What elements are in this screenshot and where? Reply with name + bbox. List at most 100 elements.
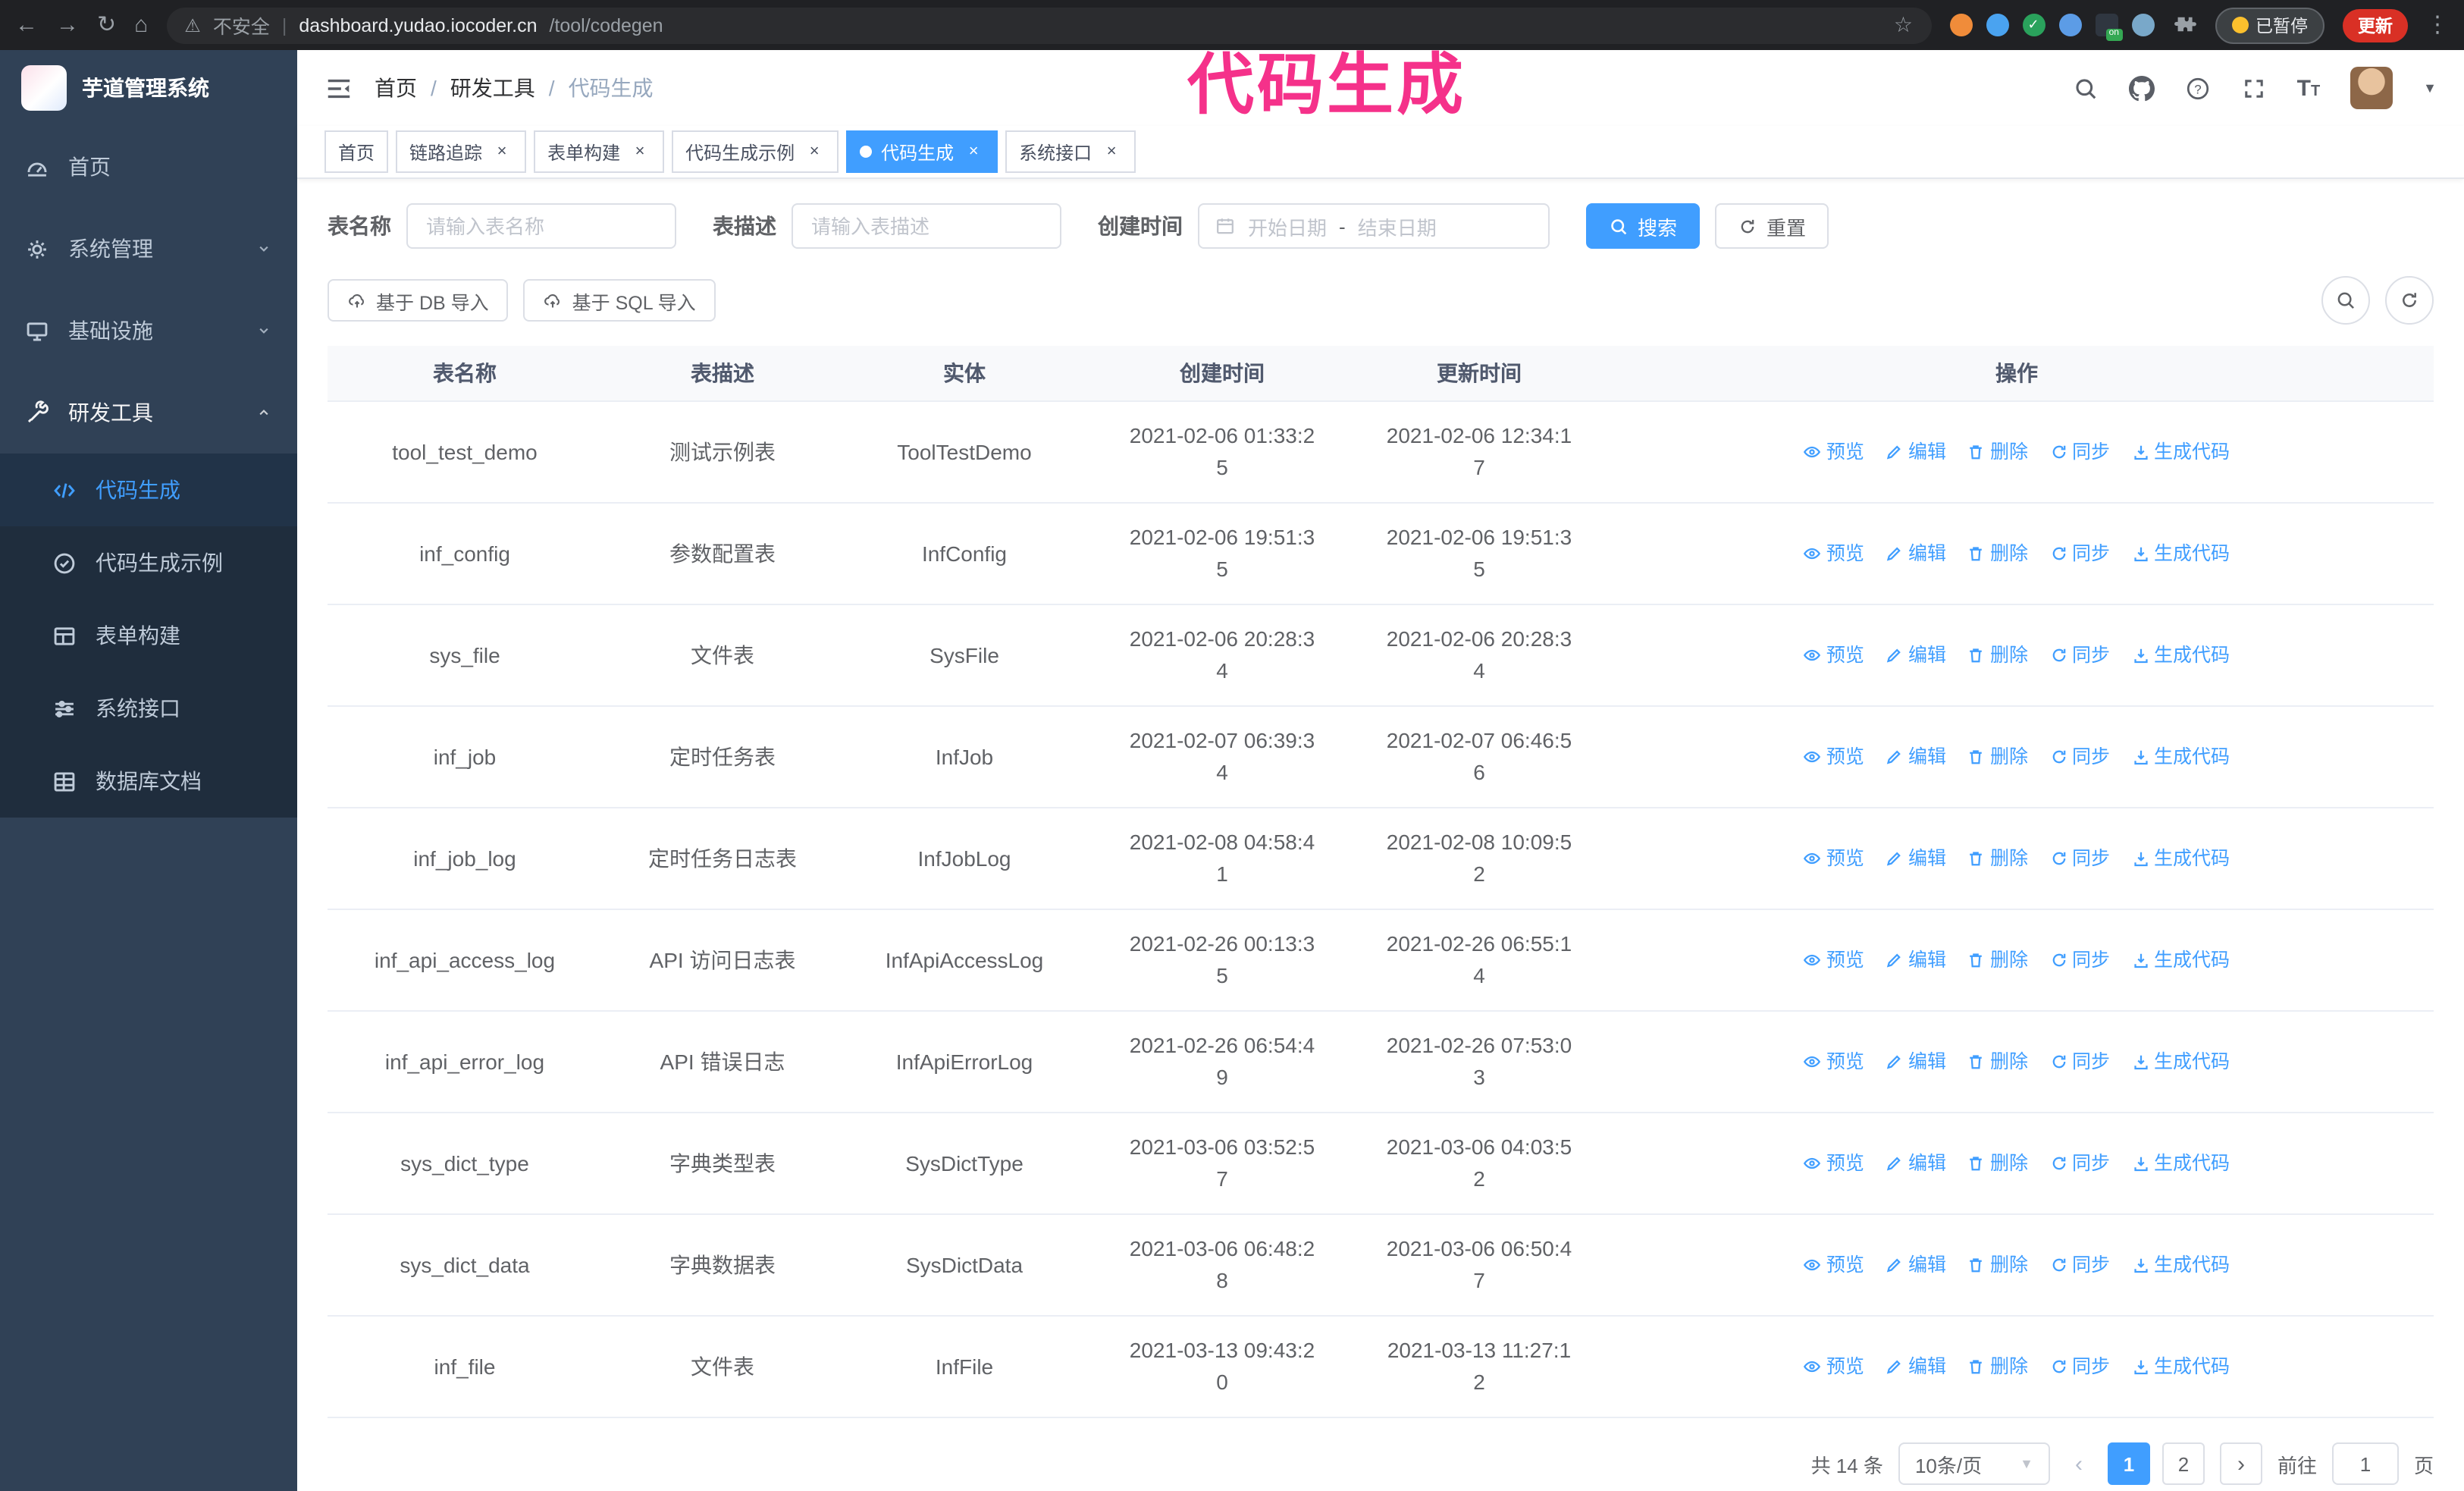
prev-page-button[interactable]: ‹ xyxy=(2065,1451,2093,1477)
action-generate-link[interactable]: 生成代码 xyxy=(2131,639,2230,671)
breadcrumb-home[interactable]: 首页 xyxy=(375,73,417,103)
action-edit-link[interactable]: 编辑 xyxy=(1886,1147,1946,1179)
avatar-caret-icon[interactable]: ▼ xyxy=(2423,80,2437,96)
action-delete-link[interactable]: 删除 xyxy=(1967,741,2028,773)
chrome-menu-icon[interactable]: ⋮ xyxy=(2426,14,2449,36)
import-db-button[interactable]: 基于 DB 导入 xyxy=(328,279,509,322)
fullscreen-icon[interactable] xyxy=(2241,75,2267,101)
action-delete-link[interactable]: 删除 xyxy=(1967,436,2028,468)
page-button-2[interactable]: 2 xyxy=(2161,1442,2205,1485)
action-sync-link[interactable]: 同步 xyxy=(2049,436,2110,468)
fox-extension-icon[interactable] xyxy=(1949,14,1972,36)
sidebar-item-db-doc[interactable]: 数据库文档 xyxy=(0,745,297,818)
chrome-update-button[interactable]: 更新 xyxy=(2343,8,2408,42)
sidebar-item-form-build[interactable]: 表单构建 xyxy=(0,599,297,672)
action-generate-link[interactable]: 生成代码 xyxy=(2131,538,2230,570)
action-generate-link[interactable]: 生成代码 xyxy=(2131,843,2230,874)
action-preview-link[interactable]: 预览 xyxy=(1804,1249,1864,1281)
action-edit-link[interactable]: 编辑 xyxy=(1886,843,1946,874)
action-sync-link[interactable]: 同步 xyxy=(2049,944,2110,976)
refresh-table-button[interactable] xyxy=(2385,276,2434,325)
action-edit-link[interactable]: 编辑 xyxy=(1886,741,1946,773)
tab-close-icon[interactable]: × xyxy=(491,141,513,162)
page-size-select[interactable]: 10条/页 ▼ xyxy=(1898,1442,2050,1485)
action-sync-link[interactable]: 同步 xyxy=(2049,1249,2110,1281)
action-preview-link[interactable]: 预览 xyxy=(1804,1046,1864,1078)
tab-系统接口[interactable]: 系统接口 × xyxy=(1005,130,1136,173)
action-edit-link[interactable]: 编辑 xyxy=(1886,1046,1946,1078)
logo[interactable]: 芋道管理系统 xyxy=(0,50,297,126)
users-extension-icon[interactable] xyxy=(2058,14,2081,36)
home-icon[interactable]: ⌂ xyxy=(134,14,148,36)
forward-icon[interactable]: → xyxy=(56,14,79,36)
reset-button[interactable]: 重置 xyxy=(1715,203,1829,249)
action-preview-link[interactable]: 预览 xyxy=(1804,1147,1864,1179)
action-edit-link[interactable]: 编辑 xyxy=(1886,1351,1946,1383)
sidebar-item-infra[interactable]: 基础设施 xyxy=(0,290,297,372)
back-icon[interactable]: ← xyxy=(15,14,38,36)
tab-close-icon[interactable]: × xyxy=(963,141,984,162)
action-sync-link[interactable]: 同步 xyxy=(2049,843,2110,874)
tab-链路追踪[interactable]: 链路追踪 × xyxy=(396,130,527,173)
paused-extension-badge[interactable]: 已暂停 xyxy=(2215,7,2324,43)
help-icon[interactable]: ? xyxy=(2185,75,2211,101)
tab-close-icon[interactable]: × xyxy=(629,141,650,162)
action-sync-link[interactable]: 同步 xyxy=(2049,1147,2110,1179)
goto-page-input[interactable] xyxy=(2331,1442,2399,1485)
breadcrumb-devtools[interactable]: 研发工具 xyxy=(450,73,535,103)
github-icon[interactable] xyxy=(2128,75,2155,101)
action-generate-link[interactable]: 生成代码 xyxy=(2131,1147,2230,1179)
import-sql-button[interactable]: 基于 SQL 导入 xyxy=(523,279,716,322)
action-delete-link[interactable]: 删除 xyxy=(1967,944,2028,976)
action-edit-link[interactable]: 编辑 xyxy=(1886,1249,1946,1281)
action-edit-link[interactable]: 编辑 xyxy=(1886,538,1946,570)
sidebar-item-system-api[interactable]: 系统接口 xyxy=(0,672,297,745)
search-button[interactable]: 搜索 xyxy=(1586,203,1701,249)
action-edit-link[interactable]: 编辑 xyxy=(1886,639,1946,671)
droplet-extension-icon[interactable] xyxy=(1986,14,2008,36)
sidebar-item-system[interactable]: 系统管理 xyxy=(0,208,297,290)
address-bar[interactable]: ⚠ 不安全 | dashboard.yudao.iocoder.cn /tool… xyxy=(166,7,1931,43)
action-sync-link[interactable]: 同步 xyxy=(2049,538,2110,570)
action-generate-link[interactable]: 生成代码 xyxy=(2131,1351,2230,1383)
action-generate-link[interactable]: 生成代码 xyxy=(2131,944,2230,976)
tab-表单构建[interactable]: 表单构建 × xyxy=(534,130,665,173)
action-delete-link[interactable]: 删除 xyxy=(1967,1046,2028,1078)
table-desc-input[interactable] xyxy=(792,203,1061,249)
proxy-on-extension-icon[interactable]: on xyxy=(2095,14,2122,41)
action-sync-link[interactable]: 同步 xyxy=(2049,639,2110,671)
bookmark-star-icon[interactable]: ☆ xyxy=(1894,12,1913,38)
check-extension-icon[interactable]: ✓ xyxy=(2022,14,2045,36)
action-sync-link[interactable]: 同步 xyxy=(2049,1351,2110,1383)
action-delete-link[interactable]: 删除 xyxy=(1967,538,2028,570)
feather-extension-icon[interactable] xyxy=(2131,14,2154,36)
header-search-icon[interactable] xyxy=(2073,75,2099,101)
action-sync-link[interactable]: 同步 xyxy=(2049,741,2110,773)
action-delete-link[interactable]: 删除 xyxy=(1967,1147,2028,1179)
user-avatar[interactable] xyxy=(2350,67,2393,109)
action-preview-link[interactable]: 预览 xyxy=(1804,1351,1864,1383)
end-date-input[interactable]: 结束日期 xyxy=(1358,212,1437,240)
tab-代码生成[interactable]: 代码生成 × xyxy=(846,130,998,173)
action-delete-link[interactable]: 删除 xyxy=(1967,1351,2028,1383)
sidebar-toggle-icon[interactable] xyxy=(324,74,353,102)
sidebar-item-devtools[interactable]: 研发工具 xyxy=(0,372,297,454)
action-sync-link[interactable]: 同步 xyxy=(2049,1046,2110,1078)
action-preview-link[interactable]: 预览 xyxy=(1804,741,1864,773)
tab-代码生成示例[interactable]: 代码生成示例 × xyxy=(672,130,839,173)
sidebar-item-codegen-demo[interactable]: 代码生成示例 xyxy=(0,526,297,599)
action-delete-link[interactable]: 删除 xyxy=(1967,639,2028,671)
date-range-picker[interactable]: 开始日期 - 结束日期 xyxy=(1198,203,1550,249)
action-edit-link[interactable]: 编辑 xyxy=(1886,436,1946,468)
page-button-1[interactable]: 1 xyxy=(2107,1442,2150,1485)
tab-首页[interactable]: 首页 xyxy=(324,130,389,173)
start-date-input[interactable]: 开始日期 xyxy=(1248,212,1327,240)
action-generate-link[interactable]: 生成代码 xyxy=(2131,1249,2230,1281)
extensions-puzzle-icon[interactable] xyxy=(2172,13,2196,37)
font-size-icon[interactable]: TT xyxy=(2297,77,2321,99)
sidebar-item-codegen[interactable]: 代码生成 xyxy=(0,454,297,526)
action-delete-link[interactable]: 删除 xyxy=(1967,843,2028,874)
action-edit-link[interactable]: 编辑 xyxy=(1886,944,1946,976)
toggle-search-button[interactable] xyxy=(2321,276,2370,325)
sidebar-item-home[interactable]: 首页 xyxy=(0,126,297,208)
